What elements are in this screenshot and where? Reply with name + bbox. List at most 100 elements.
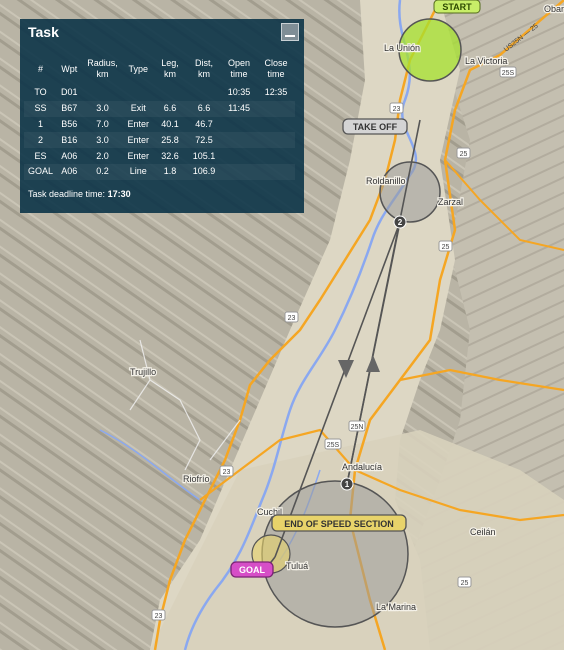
cell: 40.1 — [161, 118, 179, 129]
highway-shield-25-a: 25 — [456, 147, 471, 159]
deadline-value: 17:30 — [107, 189, 131, 199]
svg-text:25: 25 — [461, 580, 469, 587]
tp1-label: 1 — [345, 480, 350, 489]
highway-shield-25s-b: 25S — [324, 438, 342, 450]
table-row: TO D01 10:35 12:35 — [24, 85, 295, 101]
cell: A06 — [61, 150, 78, 161]
table-row: ES A06 2.0 Enter 32.6 105.1 — [24, 148, 295, 164]
highway-shield-23-b: 23 — [284, 311, 299, 323]
cell: 106.9 — [187, 163, 222, 180]
cell: Enter — [123, 132, 154, 149]
place-la-union: La Unión — [384, 43, 420, 53]
task-table: # Wpt Radius, km Type Leg, km Dist, km O… — [24, 53, 296, 180]
col-header-number: # — [38, 63, 44, 74]
svg-text:23: 23 — [223, 469, 231, 476]
cell — [221, 163, 258, 180]
cell: 72.5 — [187, 132, 222, 149]
cell: 2.0 — [96, 150, 109, 161]
cell: GOAL — [24, 163, 58, 180]
cell: 25.8 — [153, 132, 188, 149]
cell — [221, 117, 257, 133]
place-roldanillo: Roldanillo — [366, 176, 406, 186]
svg-text:25S: 25S — [502, 70, 515, 77]
cell — [257, 100, 296, 117]
cell: Enter — [127, 150, 150, 161]
cell: 6.6 — [187, 100, 222, 117]
svg-text:25: 25 — [442, 244, 450, 251]
cell: B16 — [57, 132, 82, 149]
takeoff-tag-label: TAKE OFF — [353, 122, 398, 132]
cell: 11:45 — [221, 100, 258, 117]
ess-tag-label: END OF SPEED SECTION — [284, 519, 394, 529]
cell: 3.0 — [81, 132, 124, 149]
goal-tag-label: GOAL — [239, 565, 266, 575]
deadline-label: Task deadline time: — [28, 189, 106, 199]
highway-shield-23-d: 23 — [151, 609, 166, 621]
highway-shield-23-a: 23 — [389, 102, 404, 114]
table-row: 1 B56 7.0 Enter 40.1 46.7 — [24, 117, 295, 133]
svg-text:23: 23 — [288, 315, 296, 322]
cell: 2 — [24, 132, 58, 149]
cell: B67 — [57, 100, 82, 117]
cell: Enter — [127, 118, 150, 129]
cell — [221, 148, 257, 164]
cell: 105.1 — [192, 150, 216, 161]
highway-shield-25-b: 25 — [438, 240, 453, 252]
cell: 3.0 — [81, 100, 124, 117]
cell — [257, 132, 296, 149]
cell: 46.7 — [195, 118, 213, 129]
cell: Line — [123, 163, 154, 180]
cell: ES — [34, 150, 47, 161]
highway-shield-25n: 25N — [348, 420, 366, 432]
place-riofrio: Riofrío — [183, 474, 210, 484]
tp2-label: 2 — [398, 218, 403, 227]
cell: 6.6 — [153, 100, 188, 117]
cell — [153, 85, 187, 101]
cell — [124, 85, 154, 101]
minimize-button[interactable] — [281, 23, 299, 41]
col-header-open-time: Open time — [228, 58, 251, 79]
svg-text:23: 23 — [393, 106, 401, 113]
cell — [257, 117, 295, 133]
cell: 10:35 — [227, 87, 251, 98]
task-deadline: Task deadline time: 17:30 — [28, 189, 131, 199]
start-tag[interactable]: START — [433, 0, 481, 14]
task-panel: Task # Wpt Radius, km Type Leg, km Dist,… — [20, 19, 304, 213]
task-table-header: # Wpt Radius, km Type Leg, km Dist, km O… — [24, 53, 295, 85]
col-header-close-time: Close time — [264, 58, 288, 79]
start-tag-label: START — [442, 2, 472, 12]
col-header-dist: Dist, km — [195, 58, 214, 79]
cell — [187, 85, 221, 101]
table-row: GOAL A06 0.2 Line 1.8 106.9 — [24, 163, 296, 180]
cell: SS — [24, 100, 58, 117]
place-obando: Obar — [544, 4, 564, 14]
place-la-victoria: La Victoria — [465, 56, 507, 66]
cell: 12:35 — [264, 87, 288, 98]
highway-shield-23-c: 23 — [219, 465, 234, 477]
place-ceilan: Ceilán — [470, 527, 496, 537]
cell: B56 — [61, 118, 78, 129]
col-header-waypoint: Wpt — [61, 63, 78, 74]
cell — [221, 132, 258, 149]
goal-tag[interactable]: GOAL — [230, 561, 274, 578]
place-tulua: Tuluá — [286, 561, 308, 571]
table-row: 2 B16 3.0 Enter 25.8 72.5 — [24, 132, 296, 149]
place-andalucia: Andalucía — [342, 462, 382, 472]
place-zarzal: Zarzal — [438, 197, 463, 207]
svg-text:23: 23 — [155, 613, 163, 620]
takeoff-tag[interactable]: TAKE OFF — [342, 118, 408, 135]
cell — [82, 85, 124, 101]
highway-shield-25s-a: 25S — [499, 66, 517, 78]
svg-text:25: 25 — [460, 151, 468, 158]
svg-text:25S: 25S — [327, 442, 340, 449]
col-header-radius: Radius, km — [87, 58, 118, 79]
cell: 1.8 — [153, 163, 188, 180]
cell — [257, 163, 296, 180]
cell: 1 — [38, 118, 44, 129]
cell: D01 — [61, 87, 78, 98]
task-panel-title: Task — [28, 24, 59, 40]
cell: A06 — [57, 163, 82, 180]
cell: Exit — [123, 100, 154, 117]
task-panel-header: Task — [20, 19, 304, 45]
ess-tag[interactable]: END OF SPEED SECTION — [271, 514, 407, 532]
